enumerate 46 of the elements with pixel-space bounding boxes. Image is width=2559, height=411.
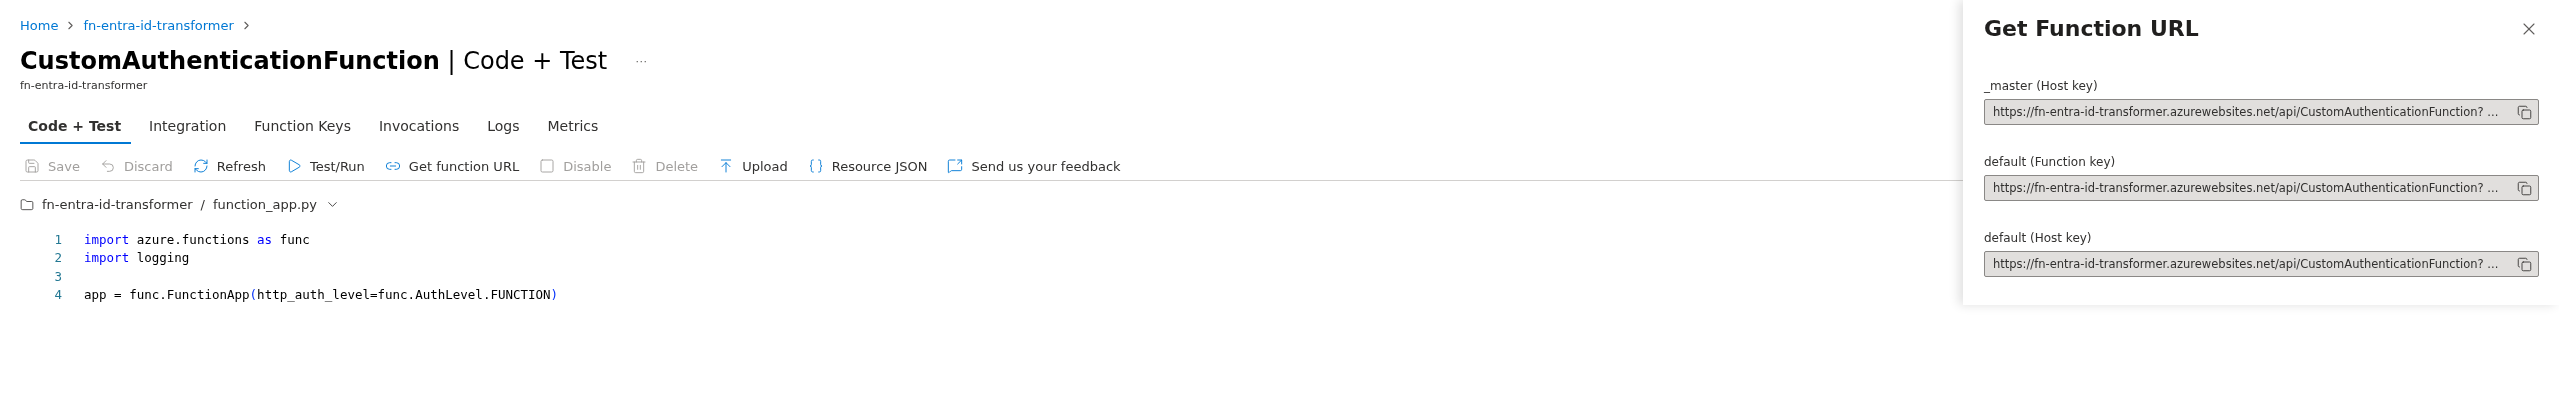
folder-name: fn-entra-id-transformer <box>42 197 193 212</box>
path-separator: / <box>200 197 205 212</box>
undo-icon <box>99 158 116 174</box>
key-label: default (Host key) <box>1984 231 2093 245</box>
tab[interactable]: Code + Test <box>20 112 132 144</box>
breadcrumb-link[interactable]: fn-entra-id-transformer <box>83 18 234 33</box>
tab[interactable]: Metrics <box>539 112 609 144</box>
page-title: CustomAuthenticationFunction | Code + Test <box>20 47 608 75</box>
key-label: default (Function key) <box>1984 155 2117 169</box>
url-field[interactable]: https://fn-entra-id-transformer.azurewebsites.net/api/CustomAuthenticationFunction? ... <box>1984 99 2539 125</box>
code-line: app = func.FunctionApp(http_auth_level=func.AuthLevel.FUNCTION) <box>84 287 559 303</box>
braces-icon <box>807 158 824 174</box>
line-number: 3 <box>53 268 63 284</box>
toolbar-button[interactable]: Upload <box>718 158 788 174</box>
checkbox-icon <box>539 158 556 174</box>
breadcrumb-link[interactable]: Home <box>20 18 59 33</box>
more-button[interactable]: ··· <box>629 54 654 68</box>
code-line: import azure.functions as func <box>84 231 310 247</box>
line-number: 4 <box>53 287 63 303</box>
line-number: 2 <box>53 250 63 266</box>
toolbar-button[interactable]: Resource JSON <box>807 158 928 174</box>
copy-button[interactable] <box>2517 104 2532 120</box>
toolbar-button[interactable]: Refresh <box>192 158 266 174</box>
feedback-icon <box>947 158 964 174</box>
code-editor[interactable]: 1 import azure.functions as func 2 import logging 3 4 app = func.FunctionApp(http_auth_level=func.AuthLevel.FUNCTION) <box>20 230 1963 320</box>
toolbar-button[interactable]: Get function URL <box>384 158 520 174</box>
line-number: 1 <box>53 231 63 247</box>
page-subtitle: fn-entra-id-transformer <box>20 79 149 92</box>
url-field[interactable]: https://fn-entra-id-transformer.azurewebsites.net/api/CustomAuthenticationFunction? ... <box>1984 251 2539 277</box>
tab[interactable]: Logs <box>479 112 530 144</box>
toolbar-button[interactable]: Send us your feedback <box>947 158 1121 174</box>
code-line: import logging <box>84 250 190 266</box>
tab[interactable]: Function Keys <box>246 112 361 144</box>
toolbar-button[interactable]: Test/Run <box>285 158 365 174</box>
copy-button[interactable] <box>2517 256 2532 272</box>
tab[interactable]: Integration <box>141 112 237 144</box>
tab[interactable]: Invocations <box>370 112 470 144</box>
folder-icon <box>20 197 34 212</box>
trash-icon <box>631 158 648 174</box>
key-label: _master (Host key) <box>1984 79 2099 93</box>
panel-title: Get Function URL <box>1984 16 2199 41</box>
refresh-icon <box>192 158 209 174</box>
file-name[interactable]: function_app.py <box>212 197 318 212</box>
copy-button[interactable] <box>2517 180 2532 196</box>
url-field[interactable]: https://fn-entra-id-transformer.azurewebsites.net/api/CustomAuthenticationFunction? ... <box>1984 175 2539 201</box>
save-icon <box>24 158 40 174</box>
